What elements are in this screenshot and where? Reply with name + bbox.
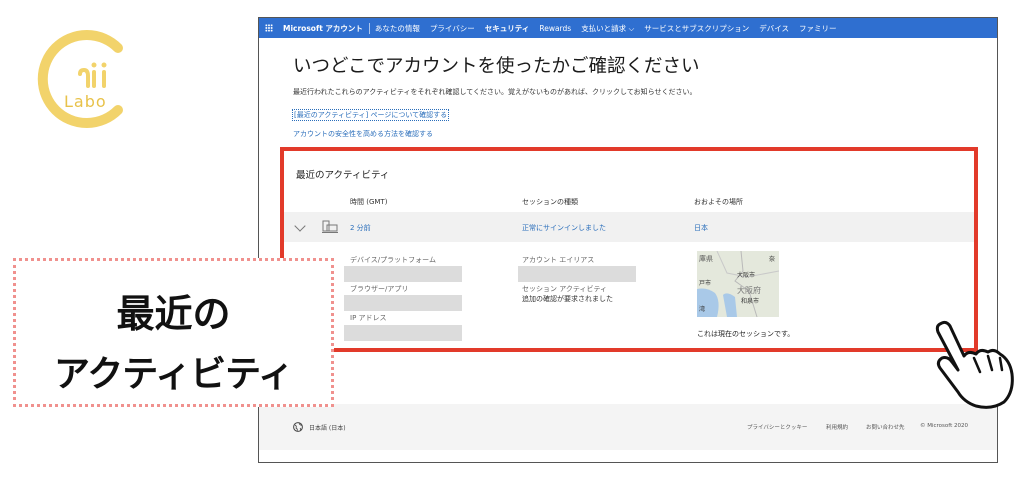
map-label-osaka-pref: 大阪府 (737, 285, 761, 295)
nav-item-privacy[interactable]: プライバシー (425, 23, 480, 34)
logo-c-mark (37, 30, 123, 128)
nav-brand[interactable]: Microsoft アカウント (279, 22, 370, 34)
column-header-session-type: セッションの種類 (522, 198, 578, 206)
map-label-hyogo: 庫県 (699, 254, 713, 263)
column-header-location: おおよその場所 (694, 198, 743, 206)
chii-labo-logo: Labo (22, 22, 142, 132)
session-activity-label: セッション アクティビティ (522, 285, 608, 293)
callout-line-1: 最近の (116, 292, 231, 336)
computer-icon (322, 220, 338, 233)
account-alias-redacted (518, 266, 636, 282)
current-session-note: これは現在のセッションです。 (697, 330, 795, 338)
callout-line-2: アクティビティ (54, 354, 294, 395)
account-activity-screenshot: Microsoft アカウント あなたの情報 プライバシー セキュリティ Rew… (258, 17, 998, 463)
pointing-hand-icon (935, 320, 1014, 409)
session-activity-value: 追加の確認が要求されました (522, 295, 613, 303)
activity-location[interactable]: 日本 (694, 223, 708, 233)
nav-item-services-subscriptions[interactable]: サービスとサブスクリプション (639, 23, 754, 34)
microsoft-account-nav-bar: Microsoft アカウント あなたの情報 プライバシー セキュリティ Rew… (259, 18, 997, 38)
page-footer: 日本語 (日本) プライバシーとクッキー 利用規約 お問い合わせ先 © Micr… (259, 404, 997, 450)
footer-terms-link[interactable]: 利用規約 (826, 423, 848, 431)
title-callout: 最近の アクティビティ (13, 258, 334, 407)
page-title: いつどこでアカウントを使ったかご確認ください (293, 56, 700, 77)
nav-item-family[interactable]: ファミリー (794, 23, 842, 34)
nav-item-payment-billing[interactable]: 支払いと請求 ⌵ (576, 23, 639, 34)
map-graphic: 庫県 大阪市 大阪府 和泉市 戸市 湾 奈 (697, 251, 779, 317)
footer-copyright: © Microsoft 2020 (920, 423, 969, 429)
account-alias-label: アカウント エイリアス (522, 256, 595, 264)
logo-label: Labo (64, 92, 107, 111)
ip-address-label: IP アドレス (350, 314, 387, 322)
nav-item-security[interactable]: セキュリティ (480, 23, 535, 34)
map-label-osaka-city: 大阪市 (737, 271, 755, 279)
nav-item-devices[interactable]: デバイス (754, 23, 794, 34)
map-label-kobe: 戸市 (699, 279, 711, 287)
map-label-izumi: 和泉市 (741, 297, 759, 305)
page-description: 最近行われたこれらのアクティビティをそれぞれ確認してください。覚えがないものがあ… (293, 88, 697, 96)
language-selector[interactable]: 日本語 (日本) (309, 423, 346, 432)
recent-activity-section: 最近のアクティビティ 時間 (GMT) セッションの種類 おおよその場所 2 分… (280, 147, 978, 352)
footer-contact-link[interactable]: お問い合わせ先 (866, 423, 905, 431)
column-header-time: 時間 (GMT) (350, 198, 388, 206)
device-platform-redacted (344, 266, 462, 282)
browser-app-label: ブラウザー/アプリ (350, 285, 409, 293)
browser-app-redacted (344, 295, 462, 311)
globe-icon (293, 422, 303, 432)
nav-item-rewards[interactable]: Rewards (534, 24, 576, 33)
account-security-link[interactable]: アカウントの安全性を高める方法を確認する (293, 129, 433, 139)
map-label-nara: 奈 (769, 255, 775, 263)
nav-item-your-info[interactable]: あなたの情報 (370, 23, 425, 34)
recent-activity-help-link[interactable]: [最近のアクティビティ] ページについて確認する (291, 109, 450, 121)
activity-section-title: 最近のアクティビティ (296, 170, 390, 181)
ip-address-redacted (344, 325, 462, 341)
map-label-bay: 湾 (699, 305, 705, 313)
location-map: 庫県 大阪市 大阪府 和泉市 戸市 湾 奈 (697, 251, 779, 317)
footer-privacy-cookies-link[interactable]: プライバシーとクッキー (747, 423, 807, 431)
app-launcher-icon[interactable] (259, 18, 279, 38)
device-platform-label: デバイス/プラットフォーム (350, 256, 436, 264)
activity-session-type[interactable]: 正常にサインインしました (522, 223, 606, 233)
activity-time[interactable]: 2 分前 (350, 223, 371, 233)
activity-row[interactable] (284, 212, 974, 242)
